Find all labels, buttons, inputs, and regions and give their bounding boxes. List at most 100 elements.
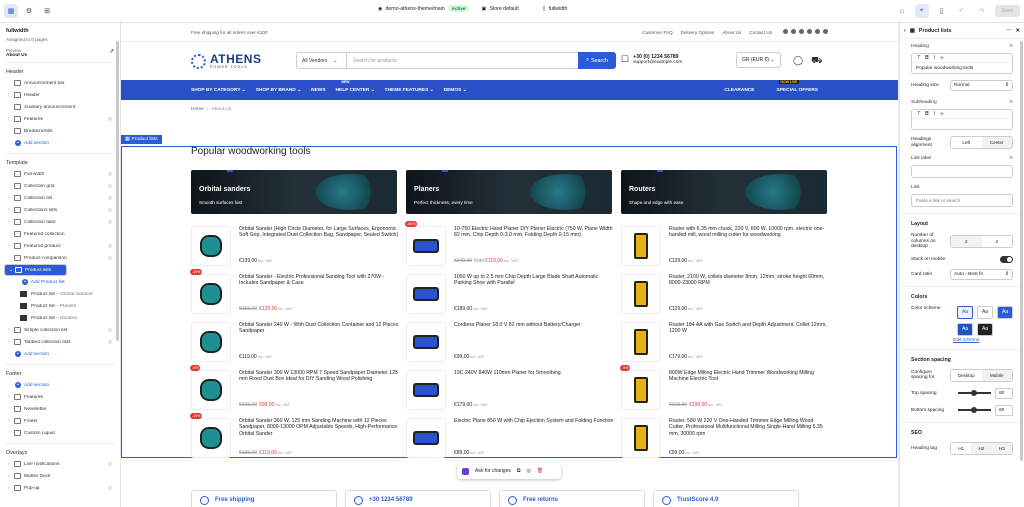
search-input[interactable]: Search for products xyxy=(347,58,578,64)
heading-value[interactable]: Popular woodworking tools xyxy=(912,63,1012,73)
product-title[interactable]: 1050 W up to 2.5 mm Chip Depth Large Bla… xyxy=(454,274,614,287)
tree-item[interactable]: › Collection list ◎ xyxy=(0,192,120,204)
product-card[interactable]: Cordless Planer 18.0 V 82 mm without Bat… xyxy=(406,322,614,366)
add-product-list-button[interactable]: + Add Product list xyxy=(0,276,120,288)
close-icon[interactable]: ✕ xyxy=(1015,28,1020,34)
nav-item[interactable]: SHOP BY BRAND ⌄ xyxy=(256,88,301,93)
add-section-button[interactable]: + Add section xyxy=(0,379,120,391)
product-card[interactable]: -19% Orbital Sander - Electric Profession… xyxy=(190,269,399,318)
product-card[interactable]: Electric Plane 850 W with Chip Ejection … xyxy=(406,418,614,462)
apps-grid-icon[interactable]: ⊞ xyxy=(40,4,54,18)
facebook-icon[interactable] xyxy=(783,29,788,34)
heading-editor[interactable]: 𝘛 B I ∞ Popular woodworking tools xyxy=(911,53,1013,74)
mobile-option[interactable]: Mobile xyxy=(981,369,1012,381)
eye-off-icon[interactable]: ◎ xyxy=(108,339,112,345)
heading-size-select[interactable]: Normal ⇕ xyxy=(950,80,1013,91)
tree-item-product-lists[interactable]: ⌄ Product lists xyxy=(4,264,67,276)
ann-link[interactable]: Delivery Options xyxy=(681,30,715,35)
color-scheme-option[interactable]: Aa xyxy=(997,305,1013,319)
card-ratio-select[interactable]: Auto - Best fit ⇕ xyxy=(950,268,1013,280)
eye-off-icon[interactable]: ◎ xyxy=(108,485,112,491)
eye-off-icon[interactable]: ◎ xyxy=(108,183,112,189)
product-title[interactable]: Orbital Sander - Electric Professional S… xyxy=(239,274,399,287)
tree-item[interactable]: › Simple collection list ◎ xyxy=(0,324,120,336)
instagram-icon[interactable] xyxy=(791,29,796,34)
product-image[interactable] xyxy=(621,226,661,266)
tree-item[interactable]: Announcement bar xyxy=(0,77,120,89)
bold-icon[interactable]: B xyxy=(925,55,929,61)
product-image[interactable] xyxy=(406,274,446,314)
subheading-value[interactable] xyxy=(912,119,1012,129)
duplicate-icon[interactable]: ⧉ xyxy=(517,468,521,474)
delete-icon[interactable]: 🗑 xyxy=(537,468,543,474)
product-image[interactable] xyxy=(191,226,231,266)
currency-selector[interactable]: GR (EUR €) ⌄ xyxy=(736,52,781,68)
lock-icon[interactable]: ⌂ xyxy=(895,4,909,18)
columns-2-option[interactable]: 2 xyxy=(951,235,982,247)
sidebar-scrollbar[interactable] xyxy=(116,41,119,341)
product-card[interactable]: -9% 800W Edge Milling Electric Hand Trimm… xyxy=(620,365,829,414)
eye-off-icon[interactable]: ◎ xyxy=(108,116,112,122)
tiktok-icon[interactable] xyxy=(807,29,812,34)
link-icon[interactable]: ∞ xyxy=(940,55,944,61)
link-label-input[interactable] xyxy=(911,165,1013,178)
product-title[interactable]: Orbital Sander 240 W - With Dust Collect… xyxy=(239,322,399,335)
more-icon[interactable]: ⋯ xyxy=(1006,28,1011,34)
ask-for-changes-button[interactable]: Ask for changes xyxy=(475,468,511,474)
product-title[interactable]: Orbital Sander 300 W 13000 RPM 7 Speed S… xyxy=(239,370,399,383)
settings-gear-icon[interactable]: ⚙ xyxy=(22,4,36,18)
link-input[interactable]: Paste a link or search xyxy=(911,194,1013,207)
x-icon[interactable] xyxy=(815,29,820,34)
tree-item[interactable]: Collection grid ◎ xyxy=(0,180,120,192)
product-card[interactable]: Orbital Sander (High Circle Diameter, fo… xyxy=(191,226,399,270)
clear-format-icon[interactable]: 𝘛 xyxy=(917,111,920,117)
store-selector[interactable]: ▣ Store default xyxy=(481,6,518,12)
color-scheme-option[interactable]: Aa xyxy=(957,305,973,319)
redo-icon[interactable]: ↷ xyxy=(975,4,989,18)
vendor-select[interactable]: All Vendors ⌄ xyxy=(297,53,347,68)
product-title[interactable]: Electric Plane 850 W with Chip Ejection … xyxy=(454,418,614,424)
product-title[interactable]: 800W Edge Milling Electric Hand Trimmer … xyxy=(669,370,829,383)
nav-item[interactable]: NEWS xyxy=(311,88,325,93)
product-image[interactable] xyxy=(191,370,231,410)
product-card[interactable]: -14% Orbital Sander 360 W, 125 mm Sanding… xyxy=(190,413,399,462)
subheading-editor[interactable]: 𝘛 B I ∞ xyxy=(911,109,1013,130)
section-tag[interactable]: ▦ Product lists xyxy=(121,135,162,144)
nav-item[interactable]: DEMOS ⌄ xyxy=(444,88,467,93)
product-title[interactable]: Orbital Sander 360 W, 125 mm Sanding Mac… xyxy=(239,418,399,437)
collection-banner[interactable]: Orbital sanders Smooth surfaces fast xyxy=(191,170,397,214)
product-title[interactable]: Router with 6.35 mm chuck, 220 V, 600 W,… xyxy=(669,226,829,239)
product-image[interactable] xyxy=(621,274,661,314)
align-left-option[interactable]: Left xyxy=(951,137,982,148)
product-title[interactable]: Orbital Sander (High Circle Diameter, fo… xyxy=(239,226,399,239)
color-scheme-option[interactable]: Aa xyxy=(977,322,993,336)
product-card[interactable]: 19C 240V 840W 110mm Planer for Smoothing… xyxy=(406,370,614,414)
tree-item[interactable]: › Header xyxy=(0,89,120,101)
tree-item[interactable]: › Tabbed collection lists ◎ xyxy=(0,336,120,348)
tree-item[interactable]: › Collections lists ◎ xyxy=(0,204,120,216)
add-section-button[interactable]: + Add section xyxy=(0,348,120,360)
nav-item[interactable]: CLEARANCE xyxy=(724,88,754,93)
product-image[interactable] xyxy=(191,418,231,458)
tag-h2-option[interactable]: H2 xyxy=(971,442,992,454)
product-card[interactable]: -9% Orbital Sander 300 W 13000 RPM 7 Spee… xyxy=(190,365,399,414)
tree-subitem[interactable]: Product list – Orbital sanders xyxy=(0,288,120,300)
product-title[interactable]: Router 184 AA with Gas Switch and Depth … xyxy=(669,322,829,335)
nav-item[interactable]: SHOP BY CATEGORY ⌄ xyxy=(191,88,246,93)
tree-item[interactable]: Featured collection xyxy=(0,228,120,240)
eye-off-icon[interactable]: ◎ xyxy=(108,243,112,249)
ann-link[interactable]: Customer FAQ xyxy=(642,30,672,35)
eye-off-icon[interactable]: ◎ xyxy=(108,207,112,213)
columns-3-option[interactable]: 3 xyxy=(981,235,1012,247)
tree-item[interactable]: Auxiliary announcement xyxy=(0,101,120,113)
bottom-spacing-input[interactable]: 60 xyxy=(995,404,1013,416)
edit-scheme-link[interactable]: Edit scheme xyxy=(953,338,979,343)
product-title[interactable]: Router, 580 W 220 V One-Handed Trimmer E… xyxy=(669,418,829,437)
tree-item[interactable]: › Live notifications ◎ xyxy=(0,458,120,470)
dynamic-source-icon[interactable]: ⊜ xyxy=(1009,156,1013,161)
tree-item[interactable]: Custom Liquid xyxy=(0,427,120,439)
dynamic-source-icon[interactable]: ⊜ xyxy=(1009,100,1013,105)
youtube-icon[interactable] xyxy=(823,29,828,34)
tag-h1-option[interactable]: H1 xyxy=(951,442,972,454)
product-card[interactable]: 1050 W up to 2.5 mm Chip Depth Large Bla… xyxy=(406,274,614,318)
